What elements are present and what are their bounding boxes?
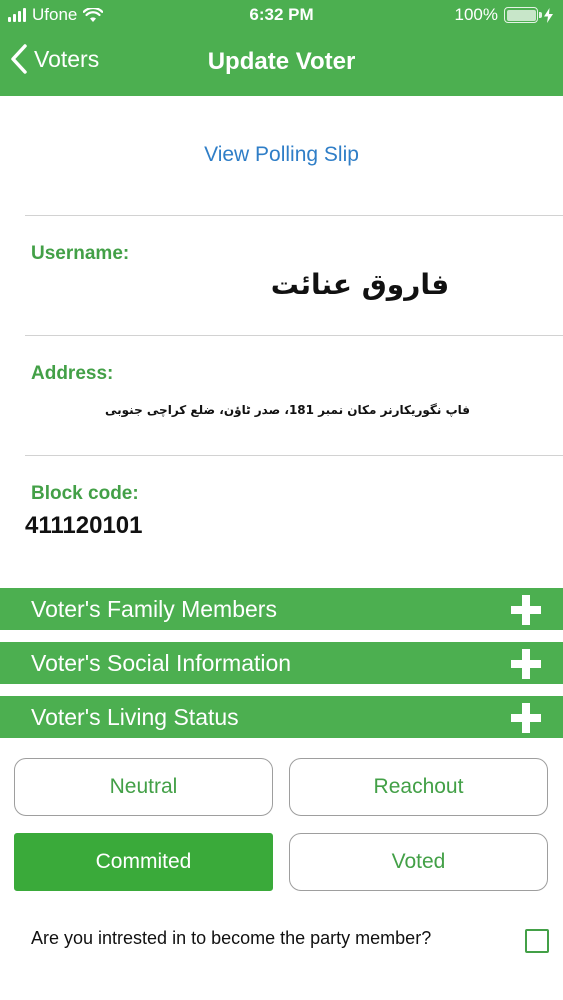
back-button[interactable]: Voters [10,44,99,74]
divider [25,215,563,216]
status-voted-button[interactable]: Voted [289,833,548,891]
status-reachout-button[interactable]: Reachout [289,758,548,816]
section-living-status[interactable]: Voter's Living Status [0,696,563,738]
section-label: Voter's Living Status [31,704,239,730]
battery-level [506,9,536,21]
chevron-left-icon [11,44,27,74]
view-polling-slip-link[interactable]: View Polling Slip [0,143,563,167]
battery-percent: 100% [454,5,498,24]
section-social-information[interactable]: Voter's Social Information [0,642,563,684]
section-label: Voter's Social Information [31,650,292,676]
divider [25,335,563,336]
party-member-checkbox[interactable] [525,929,549,953]
username-value: فاروق عنائت [270,268,450,301]
app-header: Ufone 6:32 PM 100% Voters Update Voter [0,0,563,96]
block-code-value: 411120101 [25,512,143,539]
charging-bolt-icon [544,7,553,23]
username-label: Username: [31,243,130,264]
plus-icon [511,595,541,625]
section-family-members[interactable]: Voter's Family Members [0,588,563,630]
battery-group: 100% [455,5,553,25]
section-label: Voter's Family Members [31,596,277,622]
block-code-label: Block code: [31,483,139,504]
status-bar: Ufone 6:32 PM 100% [0,0,563,30]
plus-icon [511,703,541,733]
status-commited-button[interactable]: Commited [14,833,273,891]
address-label: Address: [31,363,114,384]
battery-icon [504,7,542,23]
plus-icon [511,649,541,679]
divider [25,455,563,456]
back-button-label: Voters [34,45,100,72]
status-neutral-button[interactable]: Neutral [14,758,273,816]
party-member-question: Are you intrested in to become the party… [31,928,432,948]
address-value: فاپ نگوریکارنر مکان نمبر 181، صدر ٹاؤن، … [105,403,470,417]
